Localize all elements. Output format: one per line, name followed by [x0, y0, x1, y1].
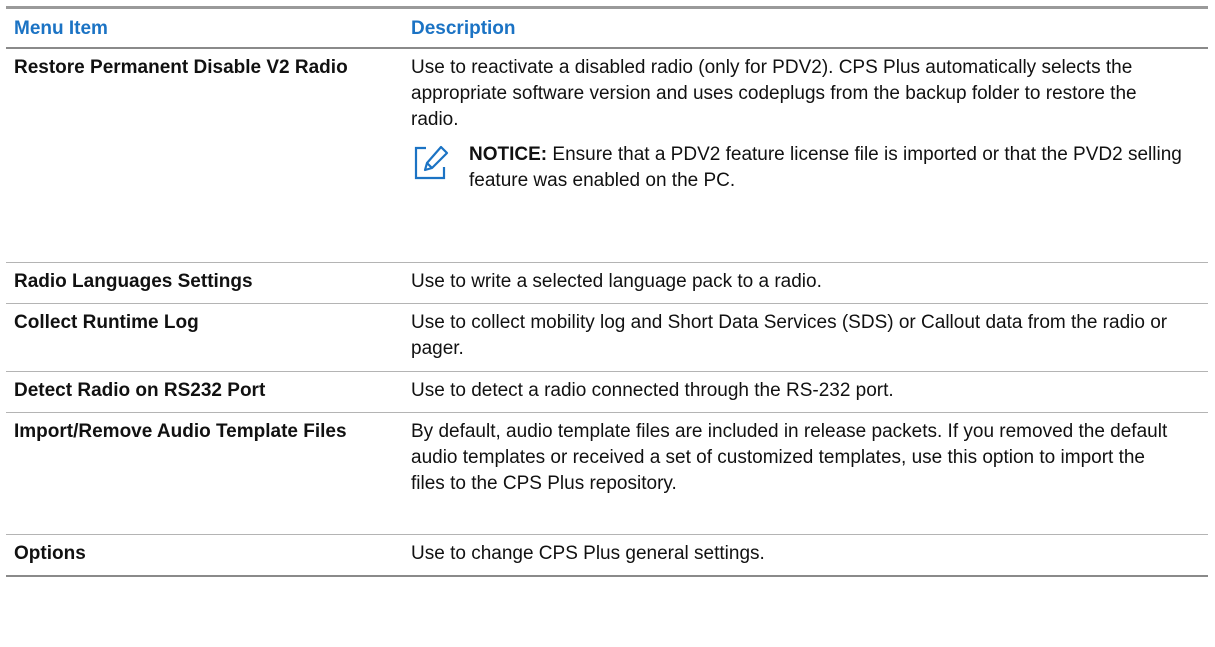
menu-item-description: Use to detect a radio connected through …: [411, 380, 894, 401]
table-row: Collect Runtime Log Use to collect mobil…: [6, 304, 1208, 372]
menu-item-name: Options: [14, 543, 86, 564]
notice-body: Ensure that a PDV2 feature license file …: [469, 144, 1182, 191]
menu-item-name: Detect Radio on RS232 Port: [14, 380, 266, 401]
menu-item-description: Use to collect mobility log and Short Da…: [411, 312, 1168, 359]
menu-item-description: Use to write a selected language pack to…: [411, 271, 822, 292]
menu-item-name: Import/Remove Audio Template Files: [14, 421, 347, 442]
notice-label: NOTICE:: [469, 144, 548, 165]
table-header-row: Menu Item Description: [6, 9, 1208, 49]
description-text: Use to reactivate a disabled radio (only…: [411, 57, 1137, 130]
table-row: Detect Radio on RS232 Port Use to detect…: [6, 372, 1208, 413]
menu-item-name: Radio Languages Settings: [14, 271, 253, 292]
table-row: Import/Remove Audio Template Files By de…: [6, 413, 1208, 535]
menu-items-table: Menu Item Description Restore Permanent …: [6, 6, 1208, 577]
pencil-note-icon: [414, 145, 449, 180]
notice-box: NOTICE: Ensure that a PDV2 feature licen…: [411, 142, 1184, 194]
table-row: Options Use to change CPS Plus general s…: [6, 535, 1208, 577]
menu-item-description: Use to reactivate a disabled radio (only…: [411, 49, 1208, 262]
menu-item-description: By default, audio template files are inc…: [411, 421, 1168, 494]
menu-item-name: Restore Permanent Disable V2 Radio: [14, 57, 348, 78]
header-description: Description: [411, 18, 516, 39]
menu-item-name: Collect Runtime Log: [14, 312, 199, 333]
table-row: Restore Permanent Disable V2 Radio Use t…: [6, 49, 1208, 263]
notice-text: NOTICE: Ensure that a PDV2 feature licen…: [469, 142, 1184, 194]
menu-item-description: Use to change CPS Plus general settings.: [411, 543, 765, 564]
header-menu-item: Menu Item: [14, 18, 108, 39]
table-row: Radio Languages Settings Use to write a …: [6, 263, 1208, 304]
